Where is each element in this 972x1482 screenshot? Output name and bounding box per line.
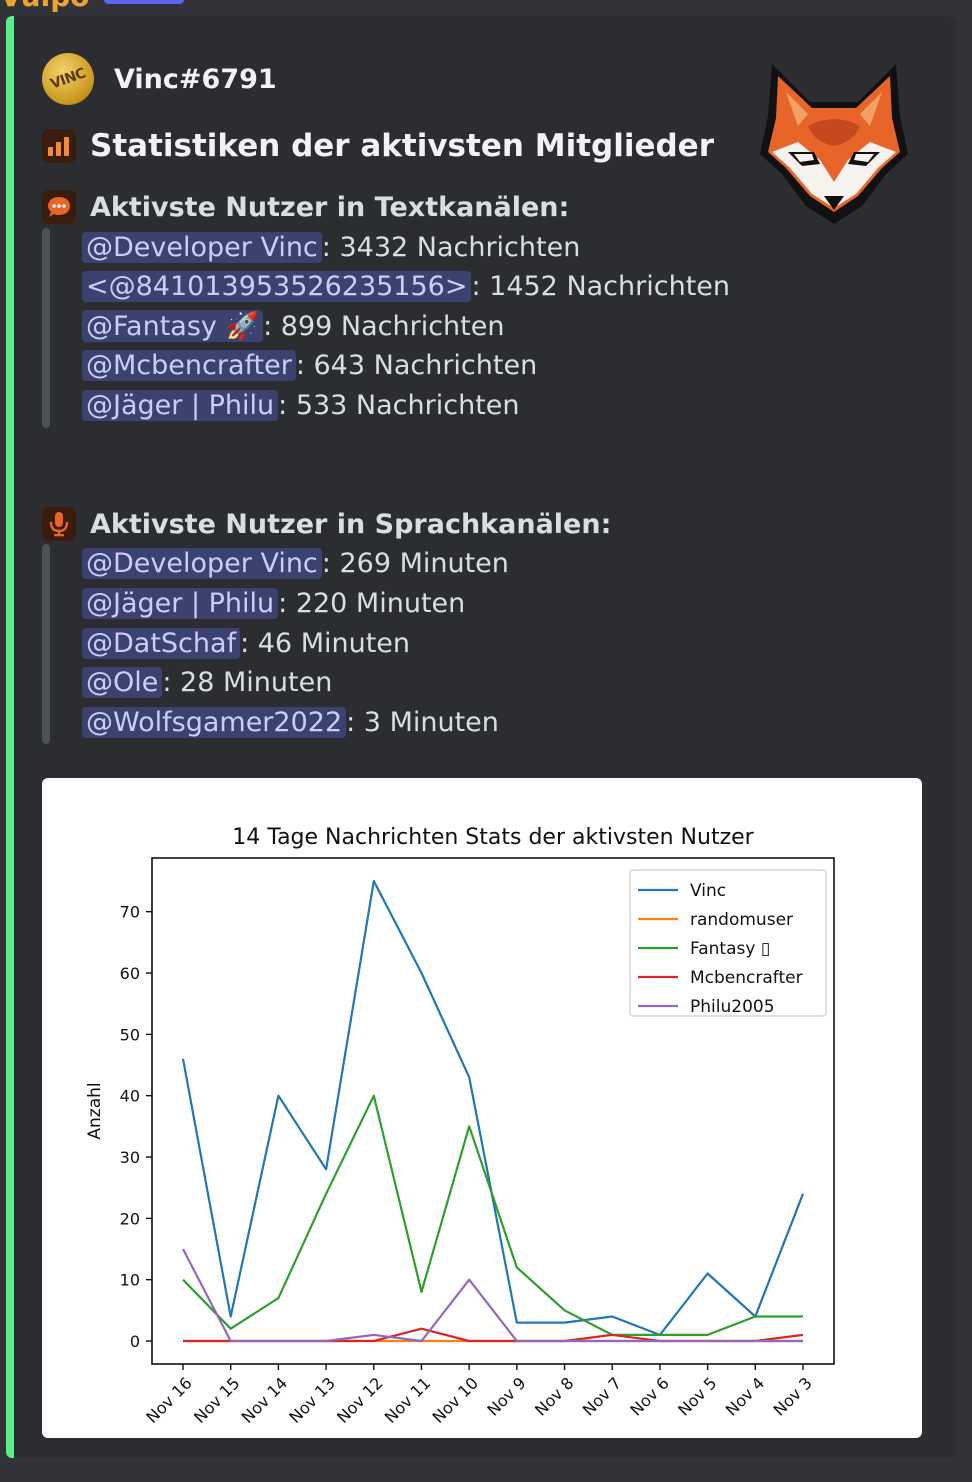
x-tick-label: Nov 13 bbox=[285, 1373, 339, 1427]
legend-label: Philu2005 bbox=[690, 997, 775, 1017]
y-tick-label: 0 bbox=[130, 1332, 140, 1351]
blockquote-bar bbox=[42, 228, 50, 428]
y-axis-label: Anzahl bbox=[85, 1082, 105, 1139]
list-item: @Fantasy 🚀: 899 Nachrichten bbox=[82, 307, 504, 345]
x-tick-label: Nov 9 bbox=[483, 1373, 529, 1419]
list-item: @Developer Vinc: 3432 Nachrichten bbox=[82, 228, 580, 266]
legend-label: Mcbencrafter bbox=[690, 968, 803, 988]
user-mention[interactable]: <@841013953526235156> bbox=[82, 270, 472, 302]
bar-chart-icon bbox=[42, 129, 76, 163]
embed-author[interactable]: VINC Vinc#6791 bbox=[42, 52, 277, 106]
series-line-philu2005 bbox=[182, 1248, 803, 1343]
x-tick-label: Nov 14 bbox=[238, 1373, 292, 1427]
stats-embed: VINC Vinc#6791 Statistiken der aktivsten… bbox=[6, 16, 956, 1458]
previous-message-strip: Vulpo Heute um 20:57 Uhr bbox=[0, 0, 972, 14]
embed-title: Statistiken der aktivsten Mitglieder bbox=[42, 128, 714, 164]
y-tick-label: 70 bbox=[120, 903, 140, 922]
y-tick-label: 30 bbox=[120, 1148, 140, 1167]
legend-label: Fantasy ▯ bbox=[690, 939, 770, 959]
microphone-icon bbox=[42, 507, 76, 541]
x-tick-label: Nov 6 bbox=[626, 1373, 672, 1419]
user-mention[interactable]: @DatSchaf bbox=[82, 627, 241, 659]
y-tick-label: 10 bbox=[120, 1271, 140, 1290]
chart-title: 14 Tage Nachrichten Stats der aktivsten … bbox=[232, 825, 754, 850]
y-tick-label: 50 bbox=[120, 1025, 140, 1044]
embed-title-text: Statistiken der aktivsten Mitglieder bbox=[90, 128, 714, 164]
series-line-fantasy bbox=[182, 1094, 803, 1337]
list-item: @Mcbencrafter: 643 Nachrichten bbox=[82, 346, 537, 384]
list-item: @Wolfsgamer2022: 3 Minuten bbox=[82, 703, 499, 741]
list-item: @DatSchaf: 46 Minuten bbox=[82, 624, 410, 662]
author-avatar[interactable]: VINC bbox=[42, 53, 94, 105]
x-tick-label: Nov 8 bbox=[531, 1373, 577, 1419]
chart-image[interactable]: 14 Tage Nachrichten Stats der aktivsten … bbox=[42, 778, 922, 1438]
user-mention[interactable]: @Jäger | Philu bbox=[82, 389, 279, 421]
blockquote-bar bbox=[42, 544, 50, 744]
text-section-list: @Developer Vinc: 3432 Nachrichten <@8410… bbox=[42, 228, 762, 428]
list-item: <@841013953526235156>: 1452 Nachrichten bbox=[82, 267, 730, 305]
y-tick-label: 40 bbox=[120, 1087, 140, 1106]
x-tick-label: Nov 12 bbox=[333, 1373, 387, 1427]
x-tick-label: Nov 11 bbox=[381, 1373, 435, 1427]
legend-label: Vinc bbox=[690, 881, 726, 901]
x-tick-label: Nov 5 bbox=[674, 1373, 720, 1419]
voice-section-heading: Aktivste Nutzer in Sprachkanälen: bbox=[42, 507, 611, 541]
list-item: @Developer Vinc: 269 Minuten bbox=[82, 544, 509, 582]
text-section-heading: Aktivste Nutzer in Textkanälen: bbox=[42, 190, 569, 224]
user-mention[interactable]: @Developer Vinc bbox=[82, 231, 322, 263]
bot-badge-fragment bbox=[104, 0, 184, 4]
timestamp-fragment: Heute um 20:57 Uhr bbox=[205, 0, 430, 5]
y-tick-label: 20 bbox=[120, 1209, 140, 1228]
list-item: @Jäger | Philu: 220 Minuten bbox=[82, 584, 465, 622]
x-tick-label: Nov 10 bbox=[428, 1373, 482, 1427]
speech-bubble-icon bbox=[42, 190, 76, 224]
x-tick-label: Nov 16 bbox=[142, 1373, 196, 1427]
user-mention[interactable]: @Ole bbox=[82, 666, 163, 698]
list-item: @Ole: 28 Minuten bbox=[82, 663, 332, 701]
fox-thumbnail-icon[interactable] bbox=[758, 56, 910, 224]
x-tick-label: Nov 7 bbox=[579, 1373, 625, 1419]
y-tick-label: 60 bbox=[120, 964, 140, 983]
voice-section-list: @Developer Vinc: 269 Minuten @Jäger | Ph… bbox=[42, 544, 762, 744]
embed-accent-bar bbox=[6, 16, 14, 1458]
x-tick-label: Nov 15 bbox=[190, 1373, 244, 1427]
author-name[interactable]: Vinc#6791 bbox=[114, 64, 277, 95]
user-mention[interactable]: @Jäger | Philu bbox=[82, 587, 279, 619]
user-mention[interactable]: @Developer Vinc bbox=[82, 547, 322, 579]
user-mention[interactable]: @Mcbencrafter bbox=[82, 349, 296, 381]
x-tick-label: Nov 4 bbox=[722, 1373, 768, 1419]
user-mention[interactable]: @Fantasy 🚀 bbox=[82, 310, 264, 342]
user-mention[interactable]: @Wolfsgamer2022 bbox=[82, 706, 347, 738]
previous-author-fragment: Vulpo bbox=[0, 0, 89, 13]
legend-label: randomuser bbox=[690, 910, 793, 930]
x-tick-label: Nov 3 bbox=[770, 1373, 816, 1419]
line-chart: 14 Tage Nachrichten Stats der aktivsten … bbox=[85, 825, 835, 1427]
list-item: @Jäger | Philu: 533 Nachrichten bbox=[82, 386, 520, 424]
